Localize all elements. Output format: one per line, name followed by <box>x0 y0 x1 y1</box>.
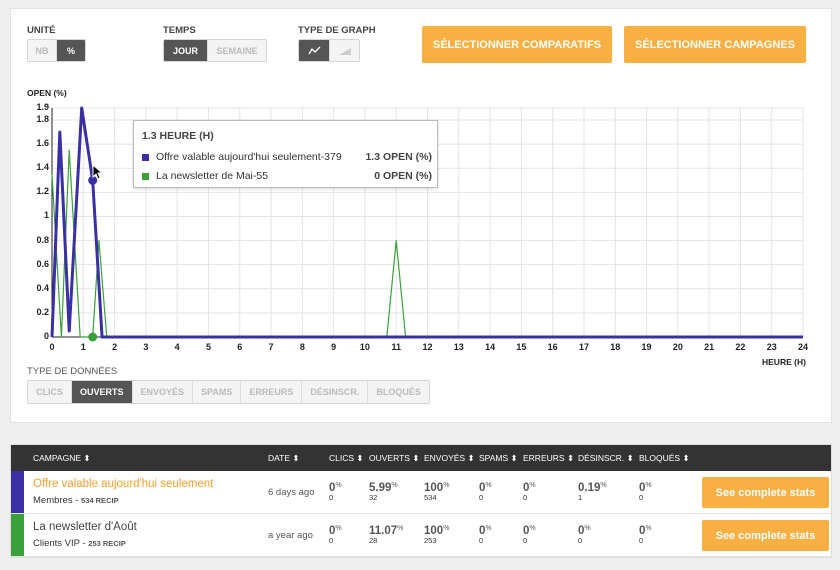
stat-clics: 0% 0 <box>329 525 342 545</box>
column-campagne[interactable]: CAMPAGNE ⬍ <box>33 453 91 464</box>
stat-desinscr: 0% 0 <box>578 525 591 545</box>
tooltip-series-value: 1.3 OPEN (%) <box>365 151 432 163</box>
column-spams[interactable]: SPAMS ⬍ <box>479 453 518 464</box>
sort-icon: ⬍ <box>626 453 634 463</box>
data-type-clics[interactable]: CLICS <box>28 381 72 403</box>
series-color-bar <box>11 471 24 513</box>
campaign-date: 6 days ago <box>268 487 315 498</box>
sort-icon: ⬍ <box>566 453 575 463</box>
stat-envoyes: 100% 253 <box>424 525 450 545</box>
stat-bloques: 0% 0 <box>639 525 652 545</box>
stat-ouverts: 5.99% 32 <box>369 482 398 502</box>
tooltip-series-name: Offre valable aujourd'hui seulement-379 <box>156 151 342 163</box>
column-desinscr[interactable]: DÉSINSCR. ⬍ <box>578 453 634 464</box>
sort-icon: ⬍ <box>682 453 690 463</box>
campaign-list: Clients VIP - 253 RECIP <box>33 538 126 549</box>
see-complete-stats-button[interactable]: See complete stats <box>702 477 829 508</box>
campaign-table: CAMPAGNE ⬍ DATE ⬍ CLICS ⬍ OUVERTS ⬍ ENVO… <box>10 444 832 558</box>
chart-tooltip: 1.3 HEURE (H) Offre valable aujourd'hui … <box>133 120 438 188</box>
stat-erreurs: 0% 0 <box>523 525 536 545</box>
data-type-toggle: CLICS OUVERTS ENVOYÉS SPAMS ERREURS DÉSI… <box>27 380 430 404</box>
table-header: CAMPAGNE ⬍ DATE ⬍ CLICS ⬍ OUVERTS ⬍ ENVO… <box>11 445 831 471</box>
tooltip-title: 1.3 HEURE (H) <box>142 130 214 142</box>
stat-ouverts: 11.07% 28 <box>369 525 404 545</box>
column-ouverts[interactable]: OUVERTS ⬍ <box>369 453 419 464</box>
campaign-name-link[interactable]: La newsletter d'Août <box>33 521 137 533</box>
data-type-spams[interactable]: SPAMS <box>193 381 242 403</box>
campaign-date: a year ago <box>268 530 313 541</box>
series-color-swatch <box>142 153 149 161</box>
data-type-erreurs[interactable]: ERREURS <box>241 381 303 403</box>
campaign-name-link[interactable]: Offre valable aujourd'hui seulement <box>33 478 213 490</box>
column-clics[interactable]: CLICS ⬍ <box>329 453 364 464</box>
table-row: La newsletter d'Août Clients VIP - 253 R… <box>11 514 831 557</box>
sort-icon: ⬍ <box>510 453 518 463</box>
table-row: Offre valable aujourd'hui seulement Memb… <box>11 471 831 514</box>
tooltip-row: Offre valable aujourd'hui seulement-379 … <box>142 151 432 163</box>
stat-envoyes: 100% 534 <box>424 482 450 502</box>
data-type-bloques[interactable]: BLOQUÉS <box>368 381 429 403</box>
sort-icon: ⬍ <box>356 453 364 463</box>
series-color-swatch <box>142 172 149 180</box>
tooltip-row: La newsletter de Mai-55 0 OPEN (%) <box>142 170 432 182</box>
stat-erreurs: 0% 0 <box>523 482 536 502</box>
hover-point <box>88 332 98 342</box>
sort-icon: ⬍ <box>467 453 475 463</box>
column-date[interactable]: DATE ⬍ <box>268 453 300 464</box>
stat-desinscr: 0.19% 1 <box>578 482 607 502</box>
data-type-desinscr[interactable]: DÉSINSCR. <box>302 381 369 403</box>
data-type-envoyes[interactable]: ENVOYÉS <box>132 381 194 403</box>
stat-bloques: 0% 0 <box>639 482 652 502</box>
series-color-bar <box>11 514 24 556</box>
sort-icon: ⬍ <box>83 453 91 463</box>
column-erreurs[interactable]: ERREURS ⬍ <box>523 453 574 464</box>
data-type-label: TYPE DE DONNÉES <box>27 366 118 377</box>
tooltip-series-name: La newsletter de Mai-55 <box>156 170 269 182</box>
column-bloques[interactable]: BLOQUÉS ⬍ <box>639 453 690 464</box>
sort-icon: ⬍ <box>292 453 300 463</box>
campaign-list: Membres - 534 RECIP <box>33 495 119 506</box>
mouse-cursor-icon <box>92 164 104 180</box>
tooltip-series-value: 0 OPEN (%) <box>374 170 432 182</box>
sort-icon: ⬍ <box>412 453 420 463</box>
column-envoyes[interactable]: ENVOYÉS ⬍ <box>424 453 475 464</box>
data-type-ouverts[interactable]: OUVERTS <box>72 381 133 403</box>
stat-spams: 0% 0 <box>479 525 492 545</box>
see-complete-stats-button[interactable]: See complete stats <box>702 520 829 551</box>
stat-clics: 0% 0 <box>329 482 342 502</box>
stat-spams: 0% 0 <box>479 482 492 502</box>
